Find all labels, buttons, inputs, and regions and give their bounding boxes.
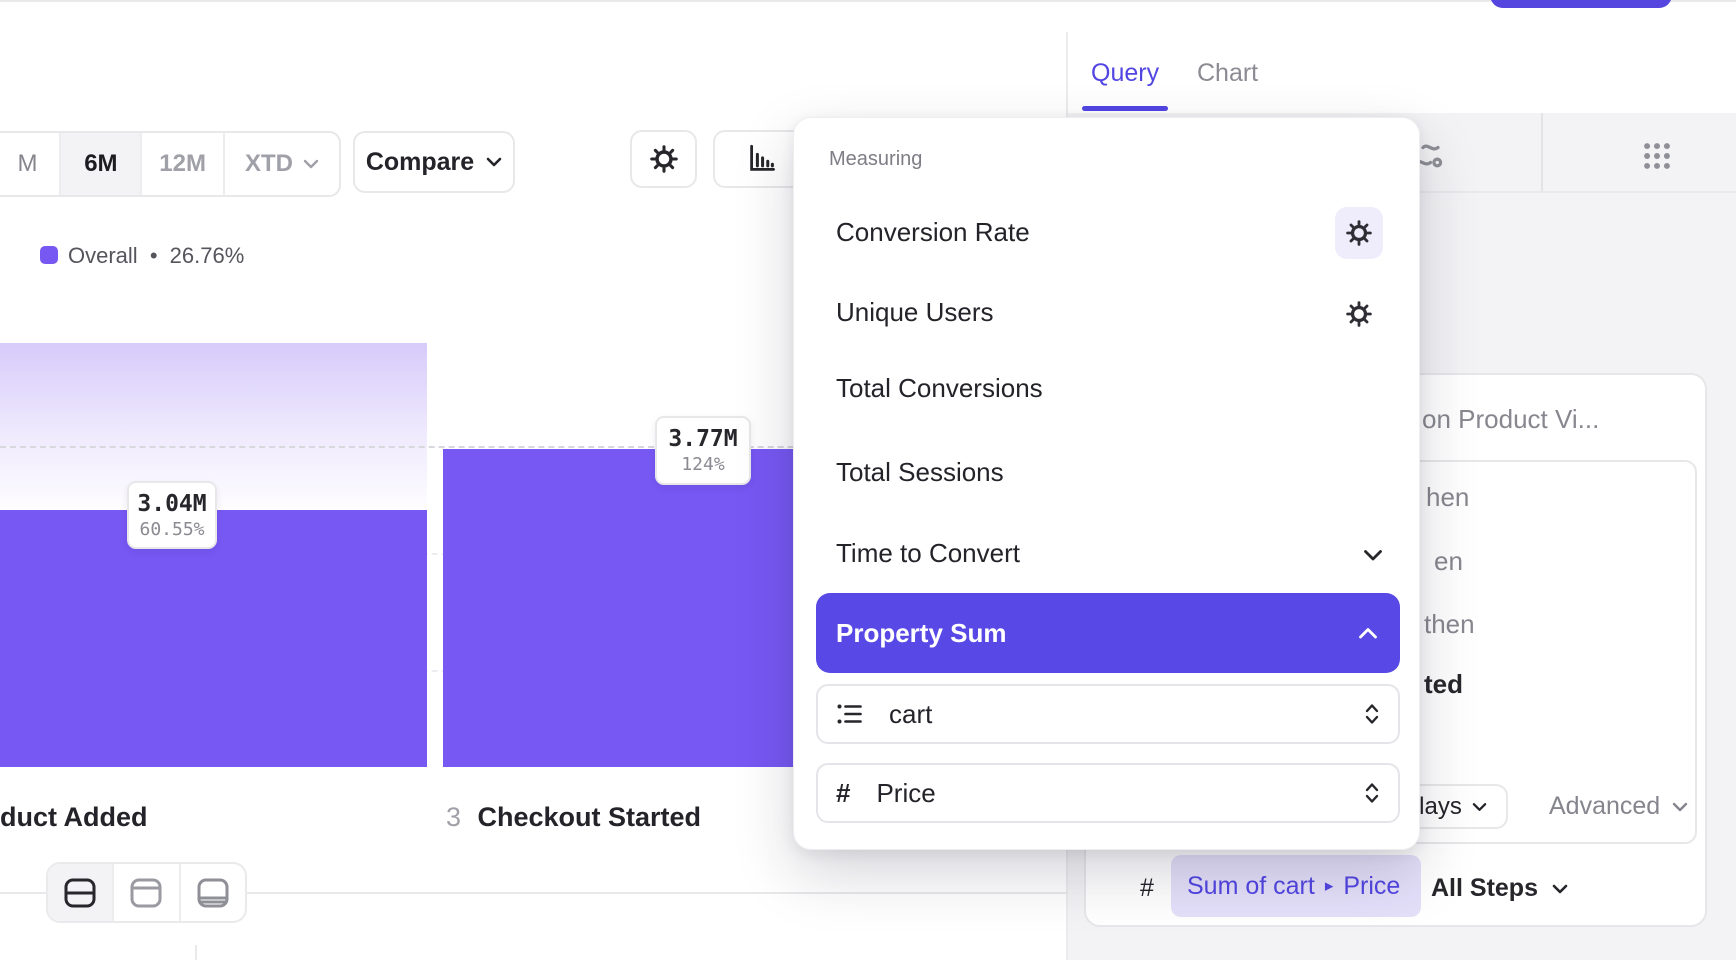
chart-settings-button[interactable] [630, 130, 697, 188]
property-sum-label: Property Sum [836, 618, 1007, 649]
step-label-checkout-started: 3 Checkout Started [446, 802, 701, 833]
chevron-down-icon [1472, 802, 1487, 812]
layout-bottom-icon [196, 877, 230, 909]
property-field-selector[interactable]: # Price [816, 763, 1400, 823]
dots-grid-icon [1640, 139, 1674, 173]
gear-icon [1346, 301, 1372, 327]
range-3m-button[interactable]: M [0, 133, 61, 195]
menu-item-total-conversions[interactable]: Total Conversions [836, 373, 1043, 404]
menu-item-time-to-convert[interactable]: Time to Convert [836, 538, 1020, 569]
chevron-down-icon [486, 157, 502, 167]
step-row-fragment-selected: ted [1424, 669, 1463, 700]
layout-switcher [46, 862, 247, 923]
step-row-fragment: en [1434, 546, 1463, 577]
measure-chip-event: Sum of cart [1187, 872, 1315, 901]
menu-item-unique-users[interactable]: Unique Users [836, 297, 994, 328]
legend-label: Overall • 26.76% [68, 243, 244, 269]
range-xtd-label: XTD [245, 150, 293, 178]
layout-top-icon [129, 877, 163, 909]
bar-value-tooltip: 3.77M 124% [655, 416, 751, 485]
conversion-rate-settings-button[interactable] [1335, 207, 1383, 259]
bar-value-tooltip: 3.04M 60.55% [127, 481, 217, 549]
chevron-down-icon [1672, 802, 1688, 812]
active-tab-underline [1082, 106, 1168, 111]
step-row-fragment: then [1424, 609, 1475, 640]
bar-value: 3.77M [668, 426, 737, 452]
list-icon [836, 702, 863, 726]
bar-rate: 60.55% [139, 519, 204, 540]
step-name: Checkout Started [477, 802, 701, 832]
caret-right-icon: ▸ [1325, 876, 1334, 896]
conversion-window-label: lays [1419, 793, 1462, 821]
menu-item-conversion-rate[interactable]: Conversion Rate [836, 217, 1030, 248]
primary-action-button[interactable] [1490, 0, 1672, 8]
menu-item-property-sum-selected[interactable]: Property Sum [816, 593, 1400, 673]
app-window: M 6M 12M XTD Compare [0, 0, 1736, 960]
step-header-fragment: on Product Vi... [1422, 404, 1599, 435]
funnel-bar-step2-converted[interactable] [0, 510, 427, 767]
property-field-label: Price [876, 778, 935, 809]
step-label-product-added: duct Added [0, 802, 148, 833]
chevron-up-icon [1358, 627, 1378, 640]
steps-scope-menu[interactable]: All Steps [1431, 874, 1568, 903]
compare-label: Compare [366, 148, 474, 177]
breakdown-view-button[interactable] [1640, 139, 1674, 173]
stepper-icon [1364, 702, 1380, 726]
histogram-icon [747, 144, 777, 174]
table-column-divider [195, 945, 197, 960]
dropdown-title: Measuring [829, 148, 922, 171]
advanced-label: Advanced [1549, 792, 1660, 821]
topbar-divider [0, 0, 1736, 2]
measure-chip-property: Price [1343, 872, 1400, 901]
hash-icon: # [836, 778, 850, 809]
layout-top-button[interactable] [114, 864, 180, 921]
bar-value: 3.04M [137, 491, 206, 517]
range-xtd-button[interactable]: XTD [225, 133, 339, 195]
steps-scope-label: All Steps [1431, 874, 1538, 903]
stepper-icon [1364, 781, 1380, 805]
compare-button[interactable]: Compare [353, 131, 515, 193]
bar-rate: 124% [681, 454, 724, 475]
range-12m-button[interactable]: 12M [142, 133, 225, 195]
chevron-down-icon [303, 159, 319, 169]
layout-bottom-button[interactable] [181, 864, 245, 921]
tab-chart[interactable]: Chart [1197, 59, 1258, 88]
legend-separator: • [150, 243, 158, 268]
range-6m-button[interactable]: 6M [61, 133, 142, 195]
step-row-fragment: hen [1426, 482, 1469, 513]
toolbar-divider [1541, 113, 1543, 192]
hash-icon: # [1140, 874, 1154, 903]
legend-value: 26.76% [170, 243, 245, 268]
menu-item-total-sessions[interactable]: Total Sessions [836, 457, 1004, 488]
measuring-dropdown: Measuring Conversion Rate Unique Users [793, 117, 1420, 850]
layout-split-button[interactable] [48, 864, 114, 921]
legend-swatch [40, 246, 58, 264]
gear-icon [1346, 220, 1372, 246]
measure-chip[interactable]: Sum of cart ▸ Price [1171, 855, 1421, 917]
advanced-menu[interactable]: Advanced [1549, 792, 1688, 821]
legend-series: Overall [68, 243, 138, 268]
gear-icon [650, 145, 678, 173]
chevron-down-icon[interactable] [1363, 549, 1383, 562]
chevron-down-icon [1552, 884, 1568, 894]
unique-users-settings-button[interactable] [1335, 288, 1383, 340]
layout-split-icon [63, 877, 97, 909]
step-index: 3 [446, 802, 461, 832]
property-event-label: cart [889, 699, 932, 730]
tab-query[interactable]: Query [1091, 59, 1159, 88]
date-range-segmented-control: M 6M 12M XTD [0, 131, 341, 197]
property-event-selector[interactable]: cart [816, 684, 1400, 744]
